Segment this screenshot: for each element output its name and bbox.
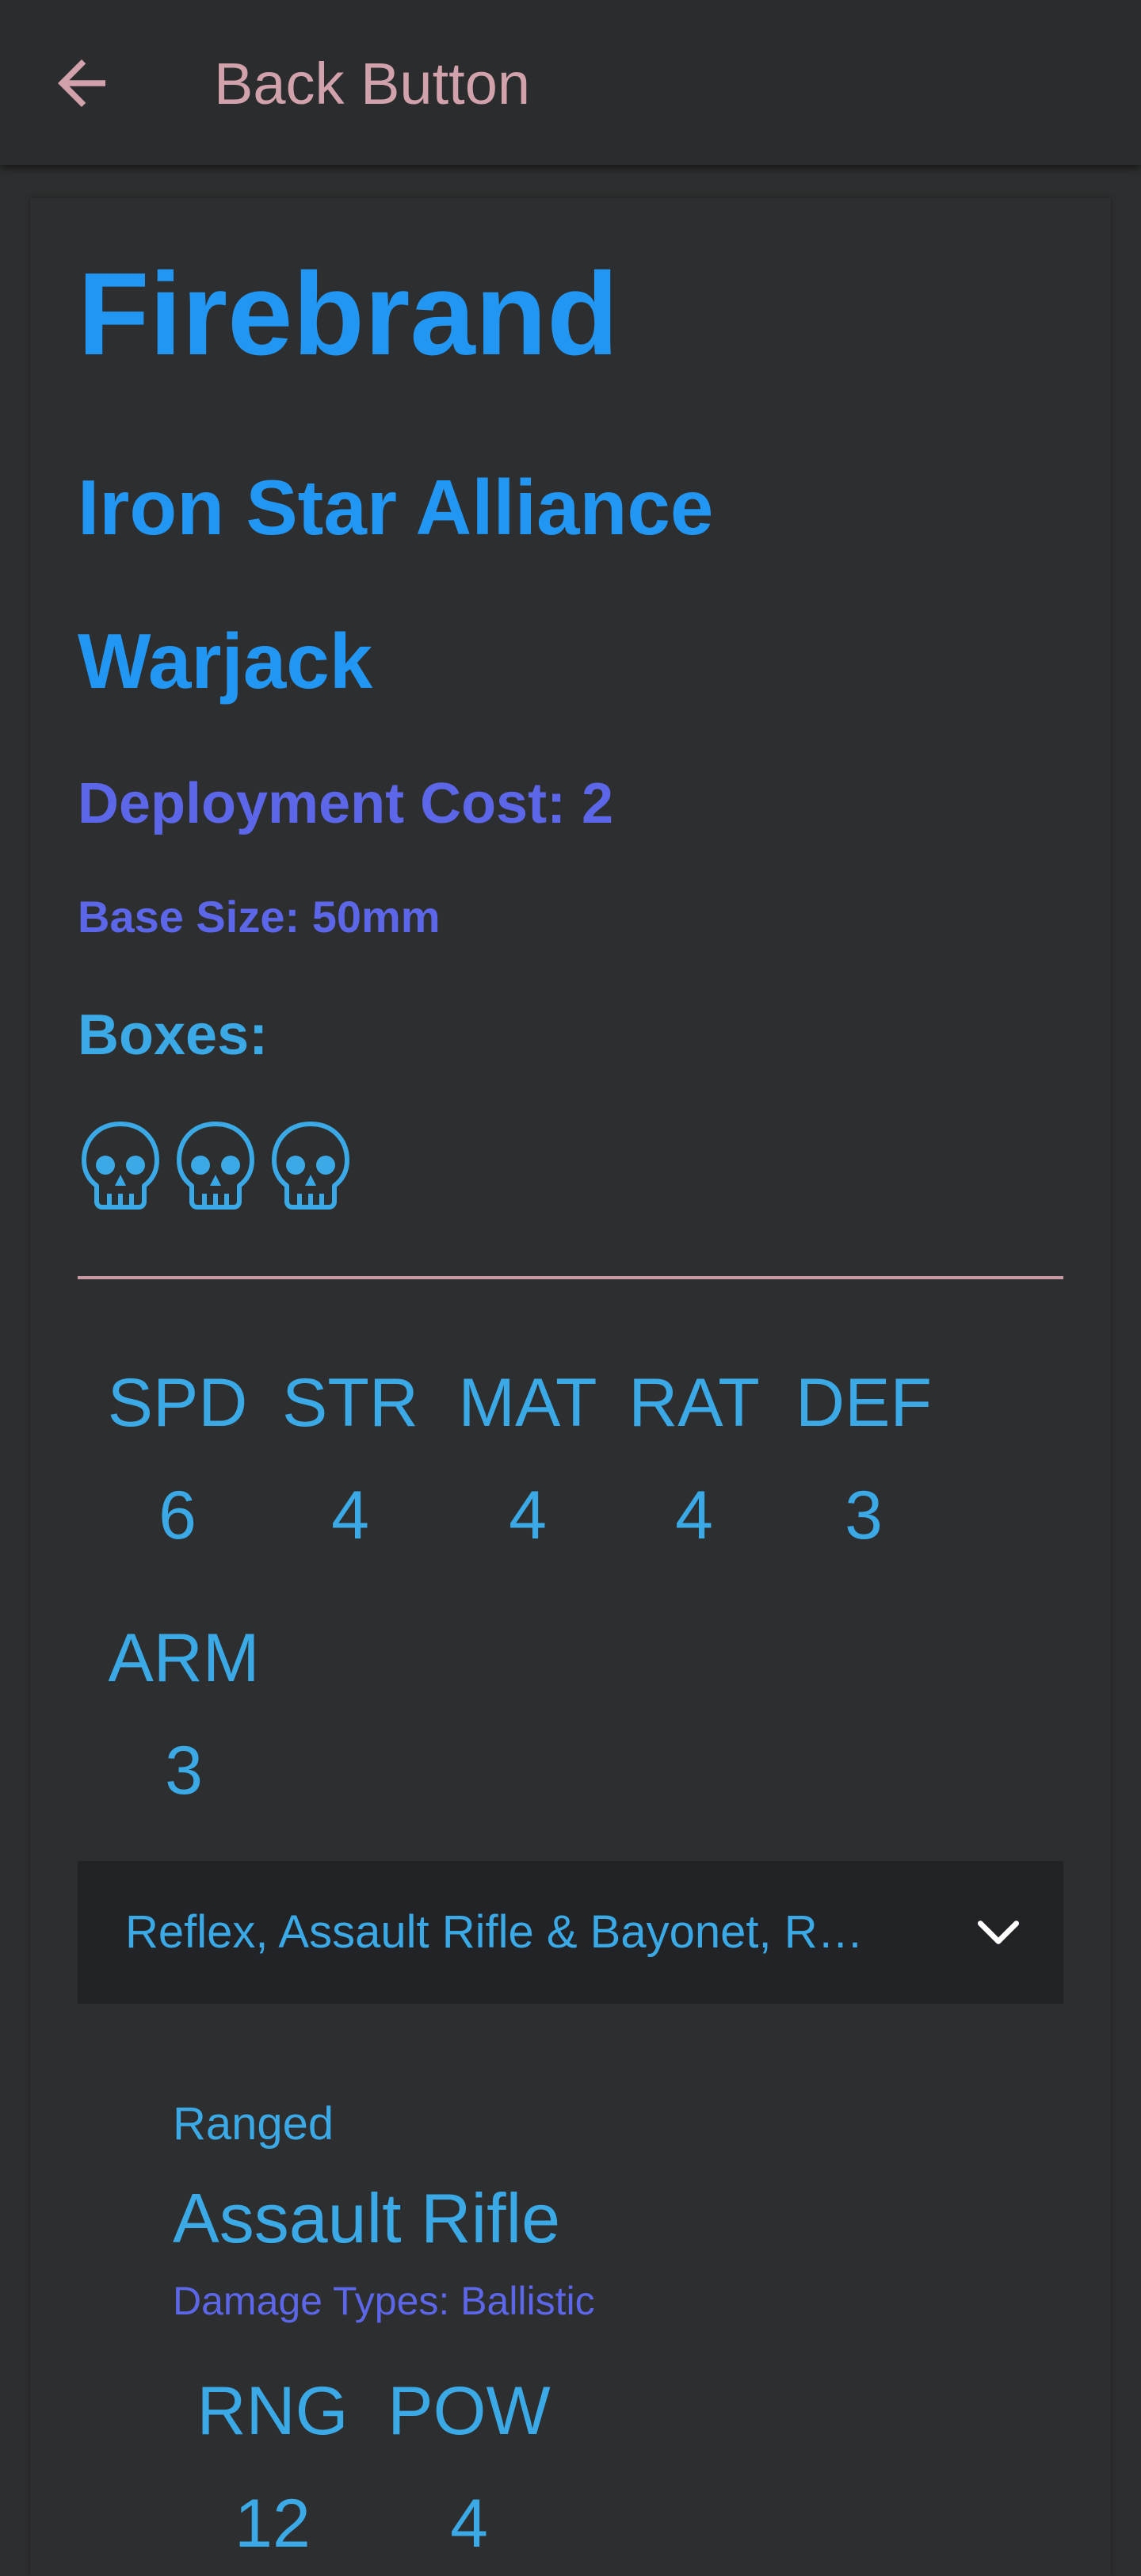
app-bar: Back Button [0, 0, 1141, 165]
chevron-down-icon[interactable] [971, 1905, 1025, 1959]
stat-value-arm: 3 [165, 1733, 203, 1809]
stat-label-rat: RAT [628, 1365, 760, 1441]
base-size: Base Size: 50mm [78, 892, 441, 942]
weapon-stat-label-rng: RNG [197, 2373, 349, 2449]
weapon-stat-value-rng: 12 [235, 2486, 311, 2562]
weapon-damage-types: Damage Types: Ballistic [173, 2279, 595, 2323]
abilities-dropdown-text: Reflex, Assault Rifle & Bayonet, R… [125, 1906, 864, 1958]
skull-icon [272, 1122, 349, 1210]
stat-value-def: 3 [845, 1477, 883, 1554]
arrow-left-icon[interactable] [46, 48, 117, 119]
weapon-stat-value-pow: 4 [450, 2486, 488, 2562]
stat-value-spd: 6 [158, 1477, 197, 1554]
abilities-dropdown[interactable]: Reflex, Assault Rifle & Bayonet, R… [78, 1861, 1063, 2004]
skull-icon [82, 1122, 159, 1210]
model-name: Firebrand [78, 249, 619, 380]
damage-boxes [78, 1119, 353, 1213]
stat-label-mat: MAT [458, 1365, 597, 1441]
model-card: Firebrand Iron Star Alliance Warjack Dep… [30, 198, 1111, 2576]
stat-value-rat: 4 [675, 1477, 713, 1554]
back-button-label[interactable]: Back Button [214, 46, 530, 122]
stat-label-spd: SPD [107, 1365, 248, 1441]
weapon-stat-label-pow: POW [387, 2373, 551, 2449]
stat-value-mat: 4 [509, 1477, 547, 1554]
model-faction: Iron Star Alliance [78, 464, 714, 551]
stat-label-str: STR [282, 1365, 418, 1441]
boxes-label: Boxes: [78, 1003, 269, 1067]
stat-value-str: 4 [331, 1477, 369, 1554]
deployment-cost: Deployment Cost: 2 [78, 772, 614, 835]
section-divider [78, 1276, 1063, 1279]
weapon-category: Ranged [173, 2098, 334, 2150]
stat-label-def: DEF [796, 1365, 932, 1441]
stat-label-arm: ARM [108, 1620, 260, 1696]
weapon-name: Assault Rifle [173, 2179, 561, 2257]
skull-icon [177, 1122, 254, 1210]
model-type: Warjack [78, 617, 373, 705]
